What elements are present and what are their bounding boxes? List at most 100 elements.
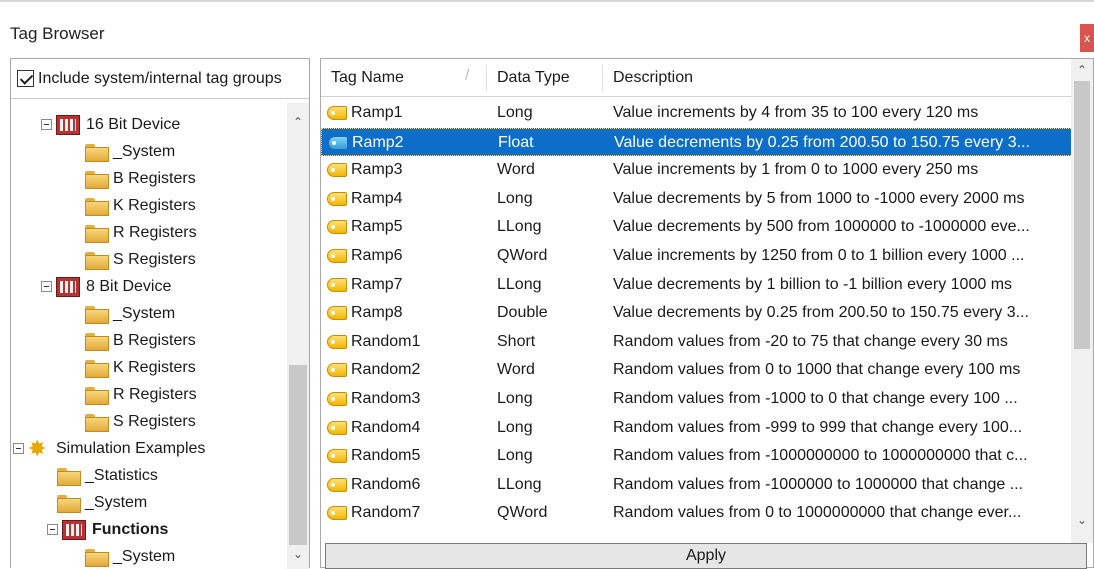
chevron-up-icon[interactable]: ⌃	[1071, 63, 1093, 83]
table-row[interactable]: Ramp7 LLong Value decrements by 1 billion …	[321, 271, 1073, 299]
include-checkbox[interactable]	[17, 70, 34, 87]
col-tag-name[interactable]: Tag Name	[321, 59, 487, 97]
table-row[interactable]: Random5 Long Random values from -100000000…	[321, 442, 1073, 470]
tree-item[interactable]: _System	[85, 543, 175, 569]
tag-icon	[327, 449, 347, 464]
collapse-toggle-icon[interactable]	[41, 281, 52, 292]
cell-data-type: Double	[497, 304, 548, 322]
tree-item[interactable]: 16 Bit Device	[41, 111, 180, 138]
folder-icon	[85, 305, 109, 324]
collapse-toggle-icon[interactable]	[47, 524, 58, 535]
table-row[interactable]: Ramp5 LLong Value decrements by 500 from 1…	[321, 213, 1073, 241]
table-row[interactable]: Random3 Long Random values from -1000 to 0…	[321, 385, 1073, 413]
tree-item[interactable]: R Registers	[85, 381, 197, 408]
cell-data-type: QWord	[497, 504, 548, 522]
cell-tag-name: Ramp7	[351, 275, 403, 293]
cell-tag-name: Random7	[351, 504, 421, 522]
tree-item[interactable]: _Statistics	[57, 462, 158, 489]
table-row[interactable]: Random1 Short Random values from -20 to 75…	[321, 328, 1073, 356]
tree-item-label: R Registers	[113, 385, 197, 403]
table-row[interactable]: Random6 LLong Random values from -1000000 …	[321, 471, 1073, 499]
table-row[interactable]: Random7 QWord Random values from 0 to 1000…	[321, 499, 1073, 527]
tree-item-label: B Registers	[113, 331, 196, 349]
chevron-down-icon[interactable]: ⌄	[287, 547, 309, 567]
table-row[interactable]: Ramp2 Float Value decrements by 0.25 from …	[321, 127, 1073, 156]
cell-data-type: Long	[497, 390, 533, 407]
tree-item[interactable]: Functions	[47, 516, 168, 543]
cell-description: Value increments by 1 from 0 to 1000 eve…	[613, 161, 979, 179]
device-icon	[56, 276, 80, 297]
tree-item[interactable]: B Registers	[85, 165, 196, 192]
tag-icon	[327, 220, 347, 235]
tree-scrollbar[interactable]: ⌃ ⌄	[287, 103, 309, 569]
tree-item-label: 16 Bit Device	[86, 115, 181, 133]
cell-data-type: Long	[497, 418, 533, 436]
tree-item[interactable]: _System	[85, 138, 175, 165]
cell-description: Random values from 0 to 1000000000 that …	[613, 504, 1022, 522]
table-scroll-thumb[interactable]	[1074, 81, 1090, 349]
tag-icon	[327, 277, 347, 292]
tree-item[interactable]: B Registers	[85, 327, 196, 354]
table-row[interactable]: Random2 Word Random values from 0 to 1000 …	[321, 356, 1073, 384]
apply-button[interactable]: Apply	[325, 543, 1087, 569]
tree-item[interactable]: S Registers	[85, 408, 196, 435]
tree-item[interactable]: K Registers	[85, 192, 196, 219]
cell-tag-name: Random5	[351, 447, 421, 465]
tree-item-label: _Statistics	[85, 466, 158, 484]
tree-item[interactable]: ✸ Simulation Examples	[13, 435, 205, 462]
col-data-type[interactable]: Data Type	[487, 59, 603, 97]
cell-tag-name: Random2	[351, 361, 421, 379]
cell-tag-name: Ramp3	[351, 161, 403, 179]
cell-data-type: LLong	[497, 475, 542, 493]
cell-data-type: Word	[497, 361, 535, 379]
cell-description: Value decrements by 500 from 1000000 to …	[613, 218, 1030, 236]
col-description[interactable]: Description	[603, 59, 1063, 97]
collapse-toggle-icon[interactable]	[13, 443, 24, 454]
folder-icon	[85, 386, 109, 405]
tree-item[interactable]: K Registers	[85, 354, 196, 381]
folder-icon	[57, 467, 81, 486]
table-row[interactable]: Ramp3 Word Value increments by 1 from 0 to…	[321, 156, 1073, 184]
tree-item-label: R Registers	[113, 223, 197, 241]
table-row[interactable]: Ramp8 Double Value decrements by 0.25 from…	[321, 299, 1073, 327]
close-button[interactable]: x	[1080, 24, 1094, 52]
collapse-toggle-icon[interactable]	[41, 119, 52, 130]
tag-icon	[327, 392, 347, 406]
tree-item[interactable]: _System	[85, 300, 175, 327]
tag-table-body: Ramp1 Long Value increments by 4 from 35 t…	[321, 97, 1081, 543]
cell-tag-name: Ramp5	[351, 218, 403, 236]
tree-item[interactable]: S Registers	[85, 246, 196, 273]
tree-item[interactable]: _System	[57, 489, 147, 516]
tree-item[interactable]: R Registers	[85, 219, 197, 246]
chevron-down-icon[interactable]: ⌄	[1071, 513, 1093, 533]
cell-tag-name: Random6	[351, 475, 421, 493]
device-icon	[62, 519, 86, 540]
tag-icon	[327, 420, 347, 435]
tag-icon	[327, 249, 347, 263]
cell-tag-name: Random3	[351, 390, 421, 407]
folder-icon	[85, 143, 109, 162]
tree-item-label: _System	[113, 142, 176, 160]
cell-description: Value decrements by 1 billion to -1 bill…	[613, 275, 1013, 293]
table-scrollbar[interactable]: ⌃ ⌄	[1071, 59, 1093, 543]
tree-item[interactable]: 8 Bit Device	[41, 273, 171, 300]
device-icon	[56, 114, 80, 135]
folder-icon	[85, 197, 109, 216]
table-row[interactable]: Random4 Long Random values from -999 to 99…	[321, 414, 1073, 442]
tag-group-tree: 16 Bit Device _System B Registers K Registe…	[11, 103, 287, 569]
tag-list-panel: Tag Name / Data Type Description Ramp1 Lo…	[320, 58, 1094, 569]
table-row[interactable]: Ramp4 Long Value decrements by 5 from 1000…	[321, 185, 1073, 213]
title-bar: Tag Browser x	[0, 0, 1094, 52]
folder-icon	[85, 332, 109, 351]
tree-scroll-thumb[interactable]	[289, 365, 307, 545]
chevron-up-icon[interactable]: ⌃	[287, 115, 309, 135]
cell-tag-name: Ramp4	[351, 189, 403, 207]
tree-item-label: Simulation Examples	[56, 439, 206, 457]
table-row[interactable]: Ramp1 Long Value increments by 4 from 35 t…	[321, 99, 1073, 127]
table-row[interactable]: Ramp6 QWord Value increments by 1250 from …	[321, 242, 1073, 270]
cell-description: Random values from -1000 to 0 that chang…	[613, 390, 1018, 407]
include-system-groups[interactable]: Include system/internal tag groups	[11, 59, 309, 99]
cell-data-type: Short	[497, 332, 536, 350]
cell-description: Random values from -1000000 to 1000000 t…	[613, 475, 1024, 493]
tag-icon	[327, 334, 347, 349]
